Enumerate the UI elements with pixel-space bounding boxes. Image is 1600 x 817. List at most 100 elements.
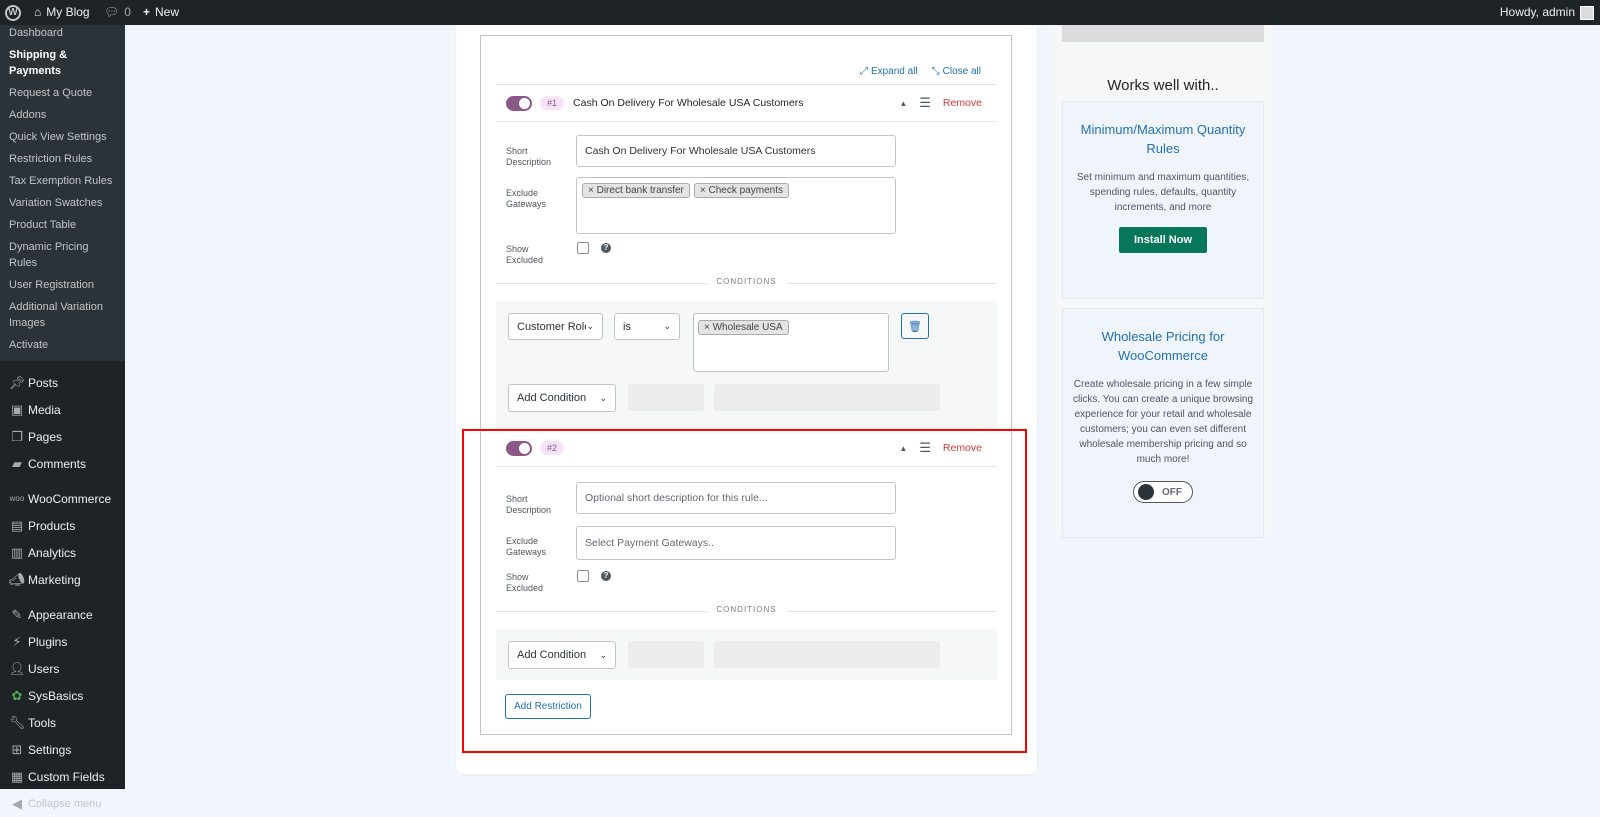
condition-value-tag[interactable]: × Wholesale USA [698, 320, 789, 335]
menu-label: Users [28, 661, 60, 676]
user-icon: 👤︎ [8, 660, 26, 676]
menu-item-products[interactable]: ▤ Products [0, 512, 125, 539]
menu-item-pages[interactable]: ❐ Pages [0, 423, 125, 450]
submenu-item-addons[interactable]: Addons [0, 104, 125, 126]
add-condition-select[interactable]: Add Condition ⌄ [508, 384, 616, 412]
comments-link[interactable]: 💬︎ 0 [104, 0, 131, 25]
drag-handle-icon[interactable]: ☰ [919, 440, 931, 456]
pin-icon: 📌︎ [8, 374, 26, 390]
menu-item-custom-fields[interactable]: ▦ Custom Fields [0, 763, 125, 790]
submenu-item-tax-exemption[interactable]: Tax Exemption Rules [0, 170, 125, 192]
submenu-item-user-registration[interactable]: User Registration [0, 274, 125, 296]
menu-item-posts[interactable]: 📌︎ Posts [0, 369, 125, 396]
short-description-label: Short Description [506, 494, 552, 515]
wholesale-toggle[interactable]: OFF [1133, 481, 1193, 503]
submenu-item-dynamic-pricing[interactable]: Dynamic Pricing Rules [0, 236, 125, 274]
submenu-item-dashboard[interactable]: Dashboard [0, 25, 125, 44]
submenu-item-additional-variation-images[interactable]: Additional Variation Images [0, 296, 125, 334]
submenu-item-request-quote[interactable]: Request a Quote [0, 82, 125, 104]
add-restriction-button[interactable]: Add Restriction [505, 694, 591, 719]
promo-title[interactable]: Minimum/Maximum Quantity Rules [1063, 120, 1263, 158]
rule-1-exclude-gateways-select[interactable]: × Direct bank transfer × Check payments [576, 177, 896, 234]
howdy-text: Howdy, admin [1499, 5, 1575, 19]
expand-all-link[interactable]: ⤢ Expand all [860, 66, 918, 77]
avatar [1580, 5, 1594, 20]
rule-2-enable-toggle[interactable] [506, 440, 532, 456]
rule-1-short-description-input[interactable]: Cash On Delivery For Wholesale USA Custo… [576, 135, 896, 167]
menu-item-media[interactable]: ▣ Media [0, 396, 125, 423]
submenu-item-product-table[interactable]: Product Table [0, 214, 125, 236]
expand-controls: ⤢ Expand all ⤡ Close all [860, 66, 981, 77]
menu-item-woocommerce[interactable]: woo WooCommerce [0, 485, 125, 512]
install-now-button[interactable]: Install Now [1118, 227, 1208, 253]
conditions-divider: CONDITIONS [496, 605, 997, 617]
promo-title[interactable]: Wholesale Pricing for WooCommerce [1063, 327, 1263, 365]
rule-2-exclude-gateways-select[interactable]: Select Payment Gateways.. [576, 526, 896, 560]
help-icon[interactable]: ? [601, 243, 611, 253]
collapse-arrow-icon[interactable]: ▲ [899, 444, 907, 453]
close-all-link[interactable]: ⤡ Close all [932, 66, 981, 77]
gateway-tag[interactable]: × Check payments [693, 183, 789, 198]
menu-item-settings[interactable]: ⊞ Settings [0, 736, 125, 763]
rule-2-short-description-input[interactable]: Optional short description for this rule… [576, 482, 896, 514]
site-name-link[interactable]: ⌂ My Blog [34, 0, 90, 25]
promo-card-wholesale: Wholesale Pricing for WooCommerce Create… [1062, 308, 1264, 538]
rule-2-remove-link[interactable]: Remove [943, 442, 982, 454]
menu-item-plugins[interactable]: ⚡︎ Plugins [0, 628, 125, 655]
account-menu[interactable]: Howdy, admin [1500, 0, 1594, 25]
menu-label: Analytics [28, 545, 77, 560]
toggle-knob [1138, 484, 1154, 500]
toggle-label: OFF [1162, 486, 1182, 498]
rule-1-remove-link[interactable]: Remove [943, 97, 982, 109]
rule-2-number-badge: #2 [540, 441, 565, 455]
grid-icon: ▦ [10, 768, 24, 784]
comment-icon: ▰ [12, 455, 22, 471]
promo-description: Set minimum and maximum quantities, spen… [1076, 172, 1250, 213]
submenu-item-restriction-rules[interactable]: Restriction Rules [0, 148, 125, 170]
collapse-arrow-icon[interactable]: ▲ [899, 99, 907, 108]
menu-item-users[interactable]: 👤︎ Users [0, 655, 125, 682]
collapse-menu-button[interactable]: ◀ Collapse menu [0, 790, 125, 817]
rule-2-header[interactable]: #2 ▲ ☰ Remove [496, 429, 997, 467]
comments-count: 0 [124, 5, 131, 19]
collapse-icon: ◀ [12, 795, 22, 811]
rule-1-show-excluded-checkbox[interactable] [577, 242, 589, 254]
condition-values-select[interactable]: × Wholesale USA [693, 313, 889, 372]
wrench-icon: 🔧︎ [8, 714, 26, 730]
submenu-item-shipping-payments[interactable]: Shipping & Payments [0, 44, 125, 82]
works-well-title: Works well with.. [1107, 77, 1219, 94]
menu-item-appearance[interactable]: ✎ Appearance [0, 601, 125, 628]
drag-handle-icon[interactable]: ☰ [919, 95, 931, 111]
submenu-item-variation-swatches[interactable]: Variation Swatches [0, 192, 125, 214]
menu-item-marketing[interactable]: 📣︎ Marketing [0, 566, 125, 593]
condition-operator-select[interactable]: is ⌄ [614, 313, 680, 340]
menu-item-sysbasics[interactable]: ✿ SysBasics [0, 682, 125, 709]
menu-item-tools[interactable]: 🔧︎ Tools [0, 709, 125, 736]
promo-card-min-max: Minimum/Maximum Quantity Rules Set minim… [1062, 101, 1264, 299]
condition-field-select[interactable]: Customer Role ⌄ [508, 313, 603, 340]
menu-label: Custom Fields [28, 769, 105, 784]
megaphone-icon: 📣︎ [8, 571, 26, 587]
trash-icon: 🗑︎ [908, 320, 922, 333]
help-icon[interactable]: ? [601, 571, 611, 581]
rule-1-header[interactable]: #1 Cash On Delivery For Wholesale USA Cu… [496, 84, 997, 122]
gateway-tag[interactable]: × Direct bank transfer [582, 183, 690, 198]
comment-icon: 💬︎ [104, 5, 120, 19]
exclude-gateways-label: Exclude Gateways [506, 188, 547, 209]
rule-2-show-excluded-checkbox[interactable] [577, 570, 589, 582]
collapse-icon: ⤡ [931, 66, 940, 77]
rule-1-enable-toggle[interactable] [506, 95, 532, 111]
add-condition-select[interactable]: Add Condition ⌄ [508, 641, 616, 669]
site-name: My Blog [46, 5, 90, 19]
conditions-divider: CONDITIONS [496, 277, 997, 289]
menu-item-analytics[interactable]: ▥ Analytics [0, 539, 125, 566]
menu-item-comments[interactable]: ▰ Comments [0, 450, 125, 477]
menu-label: Settings [28, 742, 72, 757]
new-content-link[interactable]: + New [143, 0, 179, 25]
submenu-item-activate[interactable]: Activate [0, 334, 125, 356]
submenu-item-quick-view[interactable]: Quick View Settings [0, 126, 125, 148]
wordpress-logo-icon[interactable]: W [5, 0, 21, 25]
delete-condition-button[interactable]: 🗑︎ [901, 313, 929, 339]
works-well-with-panel: Works well with.. Minimum/Maximum Quanti… [1054, 25, 1272, 538]
show-excluded-label: Show Excluded [506, 244, 544, 265]
